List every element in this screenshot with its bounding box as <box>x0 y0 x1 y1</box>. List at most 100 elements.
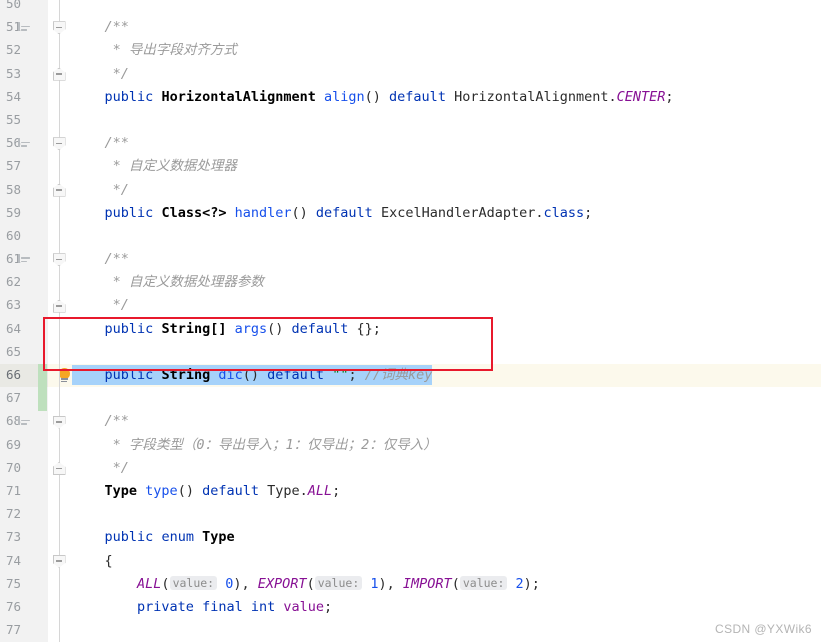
line-number: 52 <box>5 42 21 58</box>
code-token-plain: ); <box>523 575 540 592</box>
line-number: 62 <box>5 274 21 290</box>
code-line[interactable]: /** <box>48 410 821 433</box>
code-line[interactable]: * 自定义数据处理器参数 <box>48 271 821 294</box>
code-line[interactable]: public enum Type <box>48 526 821 549</box>
vcs-changed-line-marker[interactable] <box>38 387 47 411</box>
editor-text-area[interactable]: /** * 导出字段对齐方式 */ public HorizontalAlign… <box>48 0 821 642</box>
code-token-cmt: * <box>72 274 129 291</box>
gutter-row[interactable]: 59 <box>0 202 48 225</box>
line-number: 58 <box>5 181 21 197</box>
javadoc-lines-icon[interactable] <box>18 416 31 427</box>
code-line[interactable]: /** <box>48 16 821 39</box>
gutter-row[interactable]: 70 <box>0 457 48 480</box>
code-line[interactable]: */ <box>48 63 821 86</box>
code-folding-rail[interactable] <box>48 0 72 642</box>
gutter-row[interactable]: 69 <box>0 434 48 457</box>
fold-collapse-icon[interactable] <box>52 253 67 267</box>
code-line[interactable] <box>48 619 821 642</box>
code-line[interactable] <box>48 109 821 132</box>
gutter-row[interactable]: 60 <box>0 225 48 248</box>
code-line-current[interactable]: public String dic() default ""; //词典key <box>48 364 821 388</box>
code-line[interactable] <box>48 0 821 16</box>
gutter-row[interactable]: 76 <box>0 596 48 619</box>
javadoc-lines-icon[interactable] <box>18 138 31 149</box>
code-line[interactable]: */ <box>48 294 821 317</box>
fold-collapse-icon[interactable] <box>52 183 67 198</box>
fold-collapse-icon[interactable] <box>52 462 67 476</box>
code-line[interactable] <box>48 503 821 526</box>
code-line[interactable]: private final int value; <box>48 596 821 619</box>
gutter-row[interactable]: 68 <box>0 410 48 433</box>
vcs-changed-line-marker[interactable] <box>38 364 47 388</box>
code-line[interactable] <box>48 387 821 410</box>
line-number: 72 <box>5 506 21 522</box>
gutter-row[interactable]: 61 <box>0 248 48 271</box>
code-token-plain: ( <box>306 575 315 592</box>
code-line[interactable]: public HorizontalAlignment align() defau… <box>48 86 821 109</box>
gutter-row[interactable]: 63 <box>0 294 48 317</box>
gutter-row[interactable]: 75 <box>0 573 48 596</box>
line-number: 73 <box>5 529 21 545</box>
gutter-row[interactable]: 74 <box>0 550 48 573</box>
code-line[interactable]: */ <box>48 179 821 202</box>
editor-gutter[interactable]: 50 51 52 53 54 55 56 57 58 59 60 61 62 63 64 65 66 67 68 69… <box>0 0 48 642</box>
fold-collapse-icon[interactable] <box>52 299 67 314</box>
code-token-ty: Type <box>202 529 235 546</box>
gutter-row[interactable]: 62 <box>0 271 48 294</box>
code-token-kw: default <box>315 204 373 221</box>
gutter-row[interactable]: 58 <box>0 179 48 202</box>
fold-collapse-icon[interactable] <box>52 415 67 430</box>
code-line[interactable]: * 自定义数据处理器 <box>48 155 821 178</box>
fold-collapse-icon[interactable] <box>52 137 67 151</box>
gutter-row[interactable]: 71 <box>0 480 48 503</box>
fold-rail-line <box>59 0 61 642</box>
code-line[interactable] <box>48 341 821 364</box>
code-line[interactable]: */ <box>48 457 821 480</box>
code-token-kw: public <box>104 88 154 105</box>
code-line[interactable]: * 字段类型（0：导出导入；1：仅导出；2：仅导入） <box>48 434 821 457</box>
gutter-row[interactable]: 50 <box>0 0 48 16</box>
javadoc-lines-icon[interactable] <box>18 22 31 33</box>
parameter-hint-chip: value: <box>169 575 218 590</box>
code-token-kw: public <box>104 320 154 337</box>
code-line[interactable]: { <box>48 550 821 573</box>
gutter-row[interactable]: 73 <box>0 526 48 549</box>
gutter-row[interactable]: 52 <box>0 39 48 62</box>
fold-collapse-icon[interactable] <box>52 554 67 569</box>
gutter-row[interactable]: 72 <box>0 503 48 526</box>
gutter-row[interactable]: 56 <box>0 132 48 155</box>
gutter-row[interactable]: 53 <box>0 63 48 86</box>
code-token-kw: default <box>202 482 259 499</box>
code-token-plain <box>72 365 105 385</box>
gutter-row[interactable]: 77 <box>0 619 48 642</box>
gutter-row[interactable]: 55 <box>0 109 48 132</box>
gutter-row[interactable]: 65 <box>0 341 48 364</box>
code-line[interactable]: ALL(value: 0), EXPORT(value: 1), IMPORT(… <box>48 573 821 596</box>
javadoc-lines-icon[interactable] <box>18 254 31 265</box>
fold-collapse-icon[interactable] <box>52 67 67 82</box>
watermark-text: CSDN @YXWik6 <box>715 622 812 636</box>
code-token-cmt: /** <box>104 251 129 268</box>
gutter-row[interactable]: 51 <box>0 16 48 39</box>
code-line[interactable]: /** <box>48 248 821 271</box>
fold-collapse-icon[interactable] <box>52 21 67 35</box>
code-token-kw: default <box>291 320 349 337</box>
code-token-cmt: //词典key <box>364 365 433 385</box>
code-token-plain: ; <box>348 365 365 385</box>
code-line[interactable] <box>48 225 821 248</box>
code-line[interactable]: /** <box>48 132 821 155</box>
code-line[interactable]: Type type() default Type.ALL; <box>48 480 821 503</box>
gutter-row[interactable]: 57 <box>0 155 48 178</box>
code-line[interactable]: * 导出字段对齐方式 <box>48 39 821 62</box>
gutter-row[interactable]: 54 <box>0 86 48 109</box>
code-line[interactable]: public String[] args() default {}; <box>48 318 821 341</box>
code-token-cst: CENTER <box>616 88 666 105</box>
line-number: 69 <box>5 436 21 452</box>
code-line[interactable]: public Class<?> handler() default ExcelH… <box>48 202 821 225</box>
gutter-row[interactable]: 64 <box>0 318 48 341</box>
